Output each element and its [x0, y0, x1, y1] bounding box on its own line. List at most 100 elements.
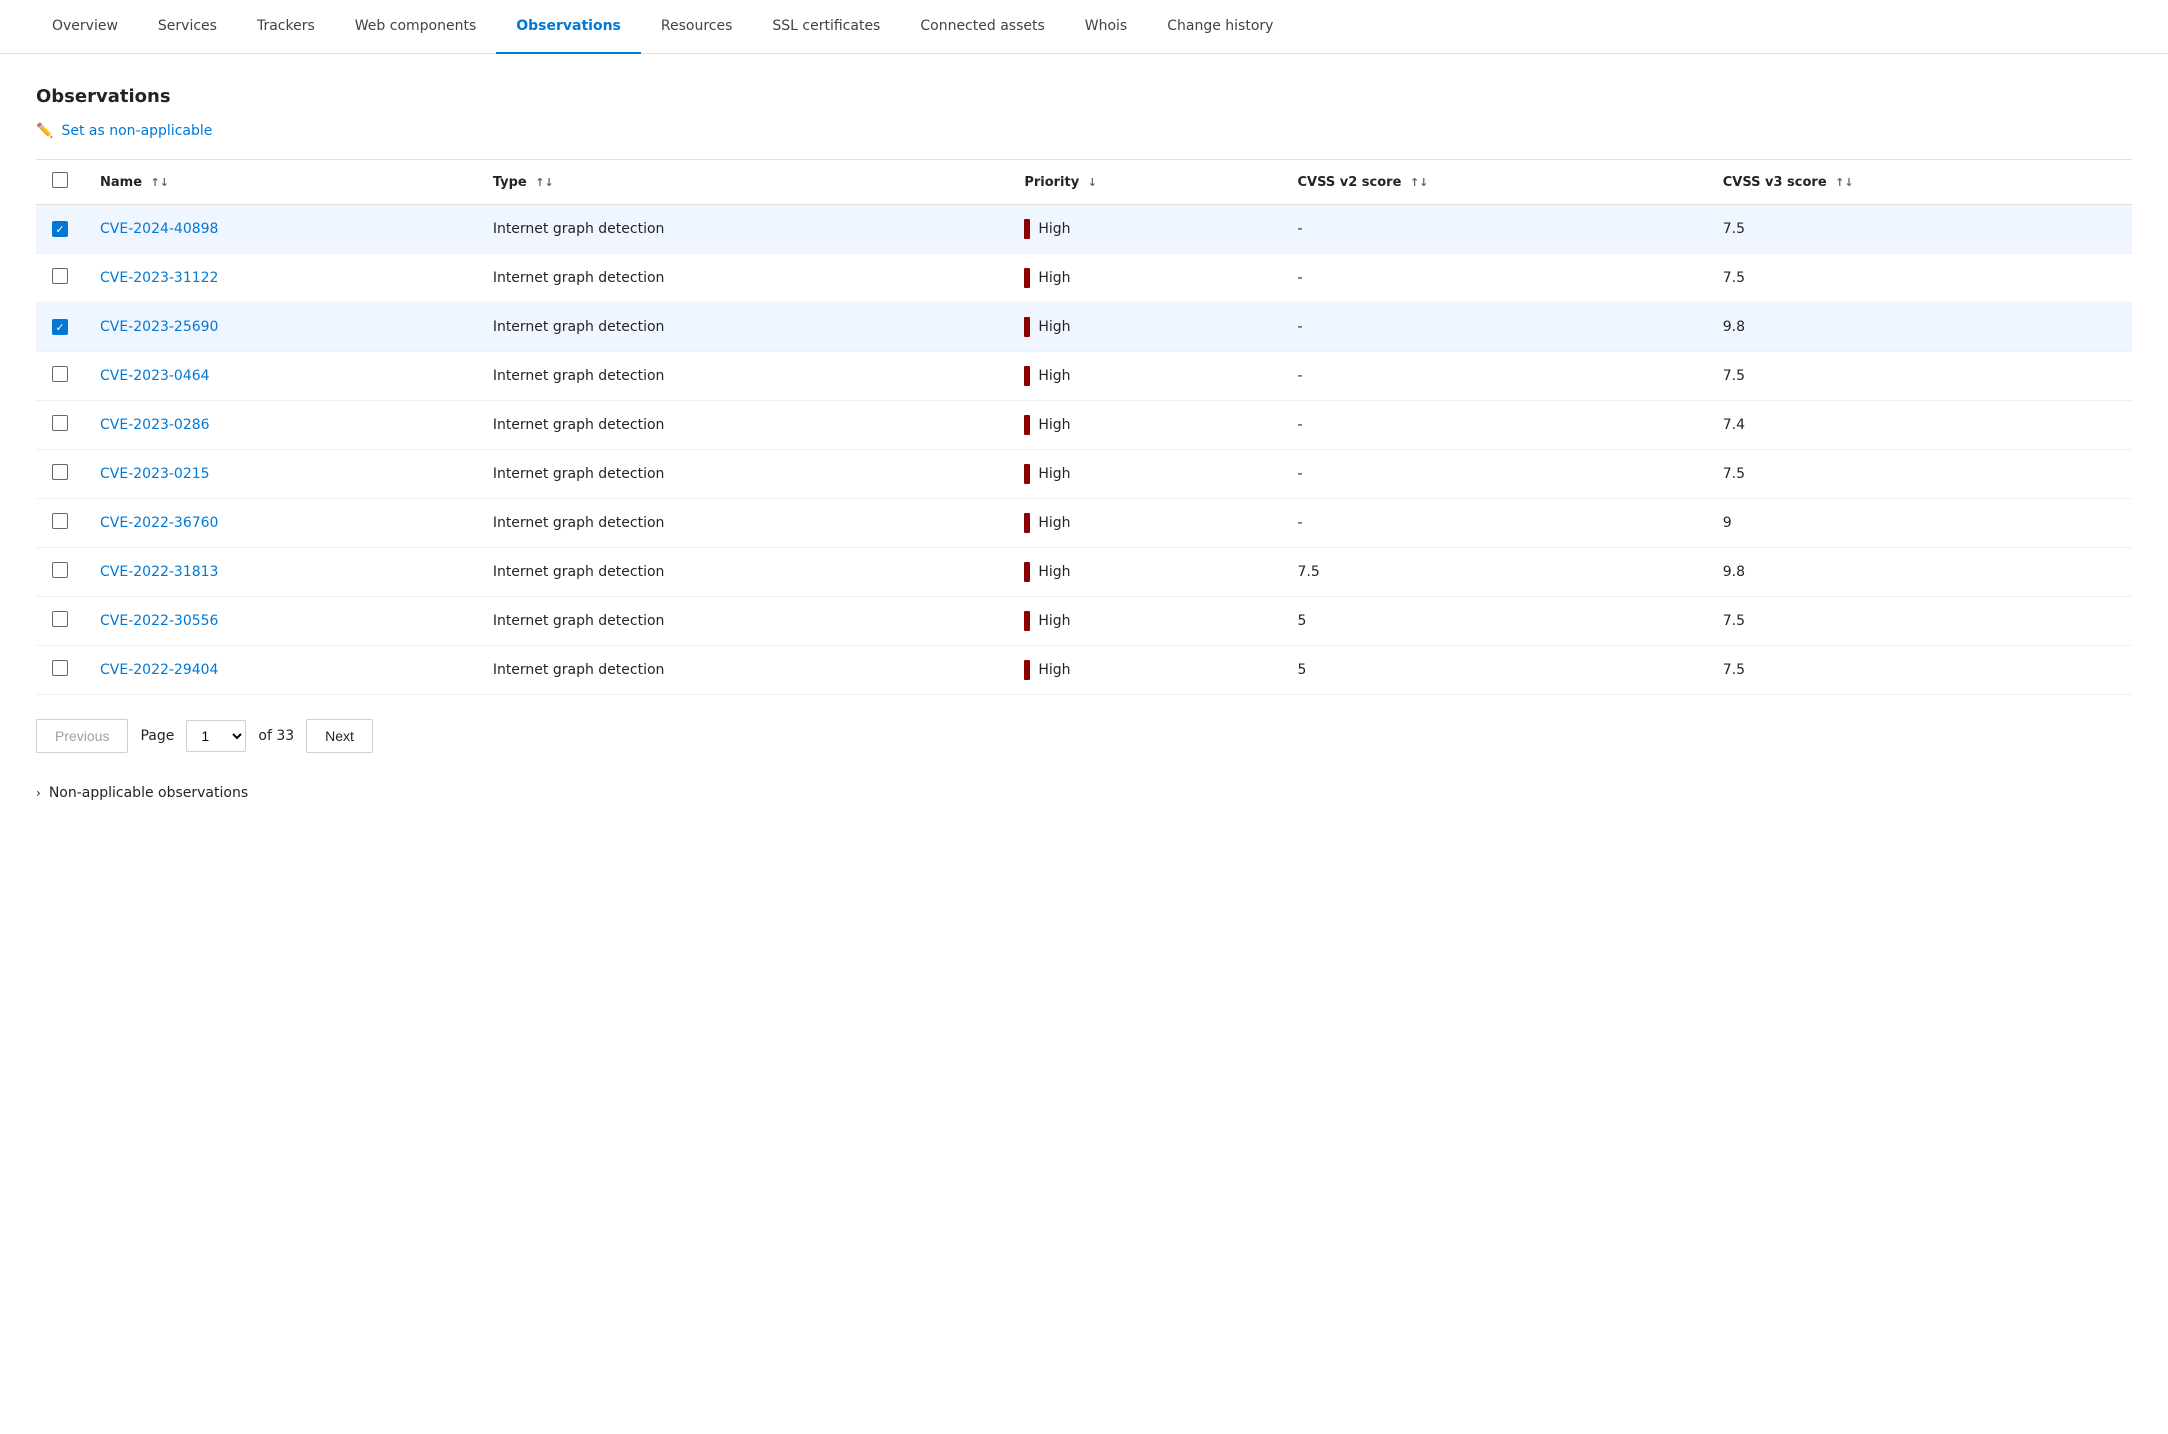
- select-all-header[interactable]: [36, 160, 84, 205]
- nav-item-resources[interactable]: Resources: [641, 0, 753, 54]
- cve-link-7[interactable]: CVE-2022-31813: [100, 564, 218, 580]
- priority-bar-3: [1024, 366, 1030, 386]
- non-applicable-section[interactable]: › Non-applicable observations: [36, 785, 2132, 801]
- row-name-6: CVE-2022-36760: [84, 499, 477, 548]
- nav-item-overview[interactable]: Overview: [32, 0, 138, 54]
- nav-item-trackers[interactable]: Trackers: [237, 0, 335, 54]
- table-row: CVE-2022-36760 Internet graph detection …: [36, 499, 2132, 548]
- main-content: Observations ✏️ Set as non-applicable Na…: [0, 54, 2168, 833]
- next-button[interactable]: Next: [306, 719, 373, 753]
- page-title: Observations: [36, 86, 2132, 107]
- cve-link-1[interactable]: CVE-2023-31122: [100, 270, 218, 286]
- row-checkbox-4[interactable]: [52, 415, 68, 431]
- cve-link-3[interactable]: CVE-2023-0464: [100, 368, 210, 384]
- priority-bar-4: [1024, 415, 1030, 435]
- nav-item-services[interactable]: Services: [138, 0, 237, 54]
- priority-label-6: High: [1038, 515, 1070, 531]
- row-checkbox-2[interactable]: [52, 319, 68, 335]
- row-priority-5: High: [1008, 450, 1281, 499]
- col-cvss-v3[interactable]: CVSS v3 score ↑↓: [1707, 160, 2132, 205]
- row-checkbox-0[interactable]: [52, 221, 68, 237]
- row-name-7: CVE-2022-31813: [84, 548, 477, 597]
- row-checkbox-cell-2[interactable]: [36, 303, 84, 352]
- priority-label-5: High: [1038, 466, 1070, 482]
- nav-item-change-history[interactable]: Change history: [1147, 0, 1293, 54]
- priority-bar-2: [1024, 317, 1030, 337]
- row-type-0: Internet graph detection: [477, 205, 1009, 254]
- row-checkbox-3[interactable]: [52, 366, 68, 382]
- row-checkbox-6[interactable]: [52, 513, 68, 529]
- row-checkbox-cell-8[interactable]: [36, 597, 84, 646]
- row-checkbox-cell-4[interactable]: [36, 401, 84, 450]
- col-priority[interactable]: Priority ↓: [1008, 160, 1281, 205]
- row-checkbox-9[interactable]: [52, 660, 68, 676]
- priority-bar-0: [1024, 219, 1030, 239]
- cve-link-6[interactable]: CVE-2022-36760: [100, 515, 218, 531]
- table-row: CVE-2022-31813 Internet graph detection …: [36, 548, 2132, 597]
- row-name-8: CVE-2022-30556: [84, 597, 477, 646]
- row-cvss-v3-2: 9.8: [1707, 303, 2132, 352]
- row-name-2: CVE-2023-25690: [84, 303, 477, 352]
- row-cvss-v3-0: 7.5: [1707, 205, 2132, 254]
- cve-link-2[interactable]: CVE-2023-25690: [100, 319, 218, 335]
- row-checkbox-cell-9[interactable]: [36, 646, 84, 695]
- row-name-5: CVE-2023-0215: [84, 450, 477, 499]
- row-type-6: Internet graph detection: [477, 499, 1009, 548]
- row-priority-4: High: [1008, 401, 1281, 450]
- row-name-3: CVE-2023-0464: [84, 352, 477, 401]
- row-cvss-v3-7: 9.8: [1707, 548, 2132, 597]
- row-checkbox-cell-6[interactable]: [36, 499, 84, 548]
- row-cvss-v2-9: 5: [1281, 646, 1706, 695]
- set-non-applicable-action[interactable]: ✏️ Set as non-applicable: [36, 123, 2132, 139]
- priority-label-3: High: [1038, 368, 1070, 384]
- row-cvss-v3-9: 7.5: [1707, 646, 2132, 695]
- row-cvss-v3-1: 7.5: [1707, 254, 2132, 303]
- row-type-7: Internet graph detection: [477, 548, 1009, 597]
- cve-link-9[interactable]: CVE-2022-29404: [100, 662, 218, 678]
- table-row: CVE-2023-25690 Internet graph detection …: [36, 303, 2132, 352]
- row-checkbox-1[interactable]: [52, 268, 68, 284]
- row-checkbox-7[interactable]: [52, 562, 68, 578]
- row-checkbox-cell-7[interactable]: [36, 548, 84, 597]
- row-priority-2: High: [1008, 303, 1281, 352]
- page-label: Page: [140, 728, 174, 744]
- priority-label-4: High: [1038, 417, 1070, 433]
- priority-label-0: High: [1038, 221, 1070, 237]
- cve-link-5[interactable]: CVE-2023-0215: [100, 466, 210, 482]
- nav-item-observations[interactable]: Observations: [496, 0, 641, 54]
- table-row: CVE-2023-0464 Internet graph detection H…: [36, 352, 2132, 401]
- priority-bar-1: [1024, 268, 1030, 288]
- row-checkbox-cell-3[interactable]: [36, 352, 84, 401]
- row-priority-8: High: [1008, 597, 1281, 646]
- row-checkbox-8[interactable]: [52, 611, 68, 627]
- priority-label-2: High: [1038, 319, 1070, 335]
- page-select[interactable]: 12345: [186, 720, 246, 752]
- row-checkbox-cell-0[interactable]: [36, 205, 84, 254]
- nav-item-web-components[interactable]: Web components: [335, 0, 496, 54]
- cve-link-8[interactable]: CVE-2022-30556: [100, 613, 218, 629]
- col-name[interactable]: Name ↑↓: [84, 160, 477, 205]
- nav-item-ssl-certificates[interactable]: SSL certificates: [752, 0, 900, 54]
- row-type-1: Internet graph detection: [477, 254, 1009, 303]
- row-cvss-v3-3: 7.5: [1707, 352, 2132, 401]
- name-sort-icon: ↑↓: [151, 176, 169, 189]
- table-body: CVE-2024-40898 Internet graph detection …: [36, 205, 2132, 695]
- header-checkbox[interactable]: [52, 172, 68, 188]
- col-cvss-v2[interactable]: CVSS v2 score ↑↓: [1281, 160, 1706, 205]
- priority-sort-icon: ↓: [1088, 176, 1097, 189]
- row-name-0: CVE-2024-40898: [84, 205, 477, 254]
- table-row: CVE-2023-0286 Internet graph detection H…: [36, 401, 2132, 450]
- nav-item-whois[interactable]: Whois: [1065, 0, 1147, 54]
- priority-label-8: High: [1038, 613, 1070, 629]
- nav-item-connected-assets[interactable]: Connected assets: [900, 0, 1064, 54]
- col-type[interactable]: Type ↑↓: [477, 160, 1009, 205]
- cve-link-0[interactable]: CVE-2024-40898: [100, 221, 218, 237]
- navigation-bar: OverviewServicesTrackersWeb componentsOb…: [0, 0, 2168, 54]
- row-checkbox-cell-1[interactable]: [36, 254, 84, 303]
- cve-link-4[interactable]: CVE-2023-0286: [100, 417, 210, 433]
- row-priority-6: High: [1008, 499, 1281, 548]
- previous-button[interactable]: Previous: [36, 719, 128, 753]
- row-checkbox-5[interactable]: [52, 464, 68, 480]
- cvss-v2-sort-icon: ↑↓: [1410, 176, 1428, 189]
- row-checkbox-cell-5[interactable]: [36, 450, 84, 499]
